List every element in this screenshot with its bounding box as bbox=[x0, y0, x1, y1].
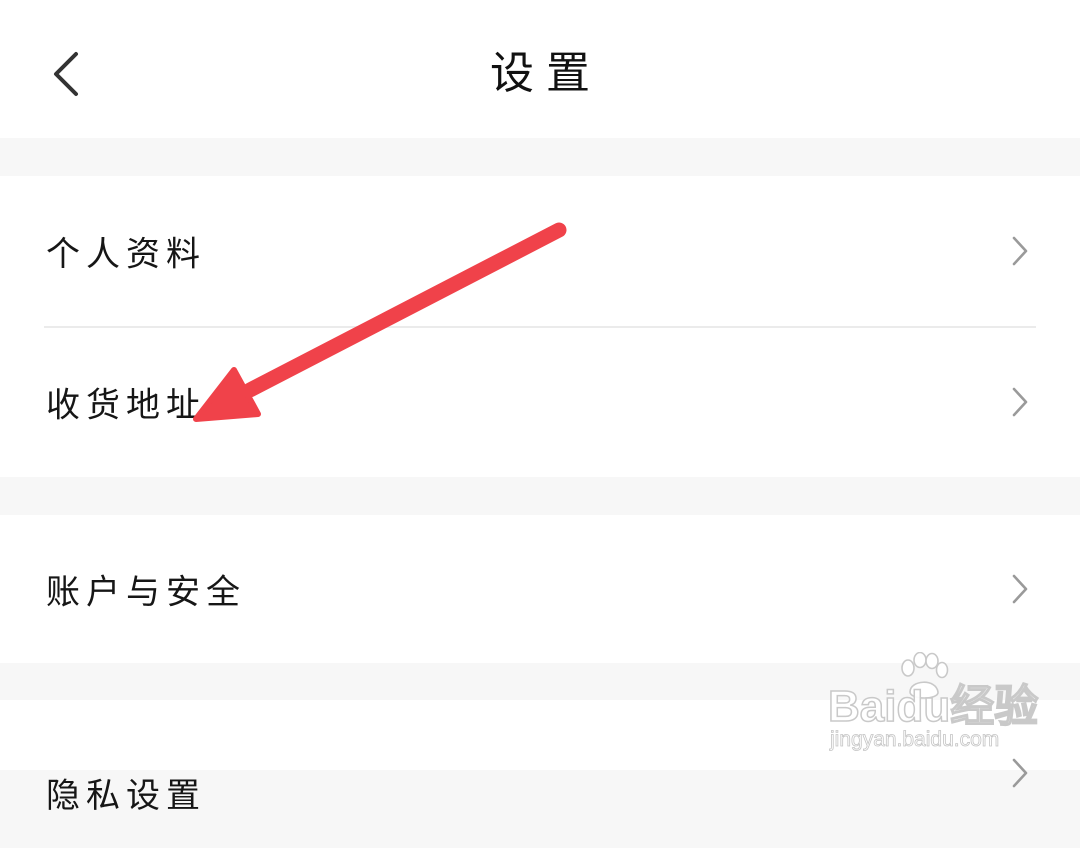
page-title: 设置 bbox=[490, 48, 602, 99]
settings-item-shipping-address[interactable]: 收货地址 bbox=[0, 327, 1080, 477]
chevron-right-icon bbox=[1012, 574, 1028, 604]
settings-item-label: 账户与安全 bbox=[46, 572, 246, 613]
settings-group-profile: 个人资料 收货地址 bbox=[0, 176, 1080, 477]
top-bar: 设置 bbox=[0, 0, 1080, 138]
settings-item-privacy[interactable]: 隐私设置 bbox=[0, 700, 1080, 848]
settings-item-personal-info[interactable]: 个人资料 bbox=[0, 176, 1080, 326]
settings-item-label: 隐私设置 bbox=[46, 776, 206, 816]
settings-group-account: 账户与安全 bbox=[0, 515, 1080, 663]
settings-item-account-security[interactable]: 账户与安全 bbox=[0, 515, 1080, 663]
settings-item-label: 收货地址 bbox=[46, 385, 206, 426]
chevron-right-icon bbox=[1012, 387, 1028, 417]
chevron-right-icon bbox=[1012, 758, 1028, 788]
settings-group-privacy: 隐私设置 bbox=[0, 700, 1080, 816]
settings-item-label: 个人资料 bbox=[46, 234, 206, 275]
chevron-right-icon bbox=[1012, 236, 1028, 266]
